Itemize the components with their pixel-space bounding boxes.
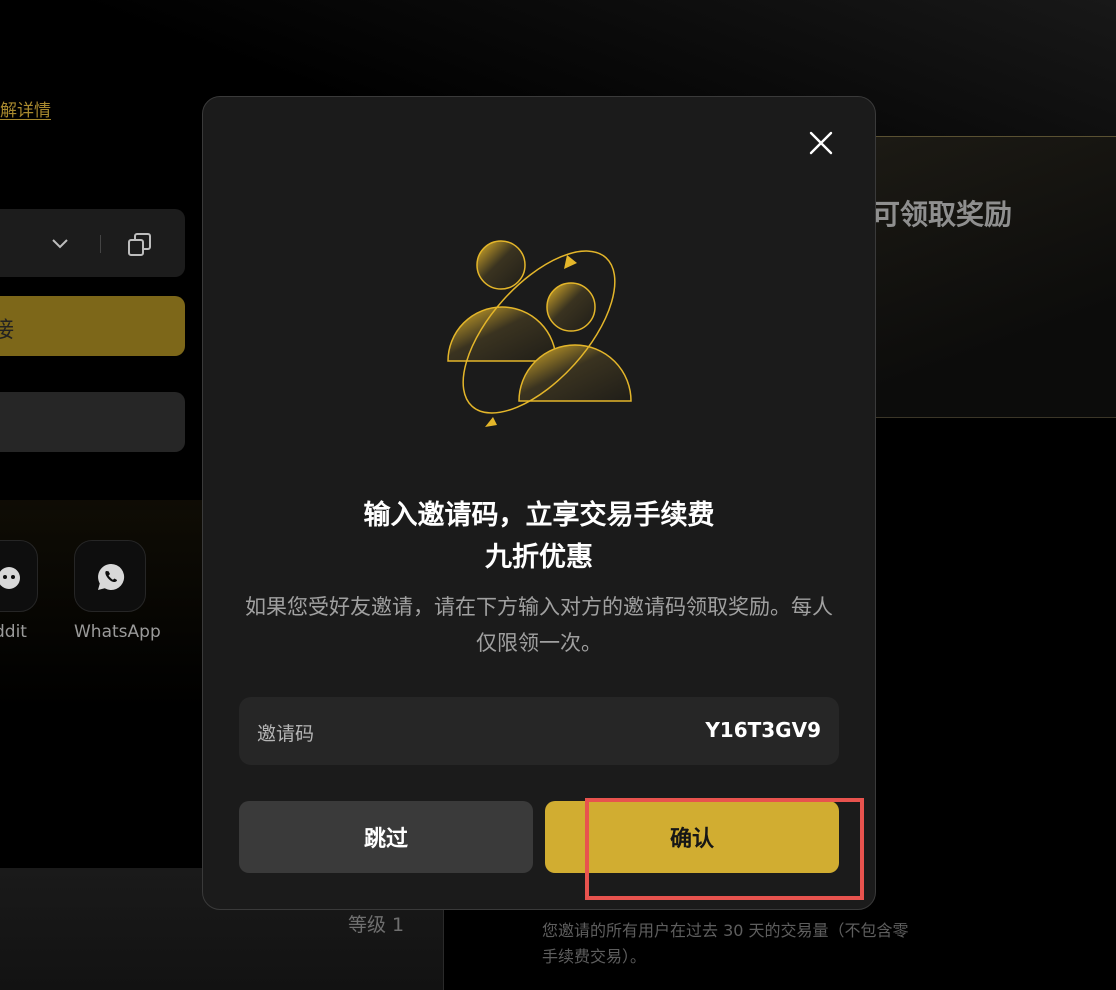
invite-code-label: 邀请码	[257, 723, 315, 745]
rewards-panel-text: 可领取奖励	[872, 198, 1013, 231]
modal-description: 如果您受好友邀请，请在下方输入对方的邀请码领取奖励。每人仅限领一次。	[245, 595, 833, 655]
close-icon[interactable]	[807, 129, 835, 157]
invite-code-field[interactable]: 邀请码 Y16T3GV9	[239, 697, 839, 765]
share-reddit-button[interactable]	[0, 540, 38, 612]
background-gold-button[interactable]: 接	[0, 296, 185, 356]
skip-button[interactable]: 跳过	[239, 801, 533, 873]
background-dark-button[interactable]	[0, 392, 185, 452]
confirm-button[interactable]: 确认	[545, 801, 839, 873]
background-gold-button-label: 接	[0, 318, 15, 343]
volume-note: 您邀请的所有用户在过去 30 天的交易量（不包含零手续费交易）。	[542, 921, 909, 966]
reddit-icon	[0, 567, 20, 589]
referral-link-select[interactable]	[0, 209, 185, 277]
details-link[interactable]: 解详情	[0, 96, 51, 121]
referral-users-illustration	[447, 240, 632, 427]
invite-code-modal: 输入邀请码，立享交易手续费 九折优惠 如果您受好友邀请，请在下方输入对方的邀请码…	[202, 96, 876, 910]
share-whatsapp-button[interactable]	[74, 540, 146, 612]
modal-title: 输入邀请码，立享交易手续费 九折优惠	[203, 495, 875, 579]
share-whatsapp-label: WhatsApp	[74, 622, 161, 642]
divider	[100, 235, 101, 253]
level-label: 等级 1	[348, 914, 405, 936]
modal-title-line2: 九折优惠	[485, 542, 593, 573]
whatsapp-icon	[98, 563, 125, 590]
invite-code-value[interactable]: Y16T3GV9	[705, 718, 821, 742]
share-reddit-label: ddit	[0, 622, 27, 642]
copy-icon[interactable]	[126, 231, 154, 259]
modal-title-line1: 输入邀请码，立享交易手续费	[363, 500, 715, 531]
rewards-panel: 可领取奖励	[872, 136, 1116, 418]
chevron-down-icon[interactable]	[48, 231, 72, 255]
